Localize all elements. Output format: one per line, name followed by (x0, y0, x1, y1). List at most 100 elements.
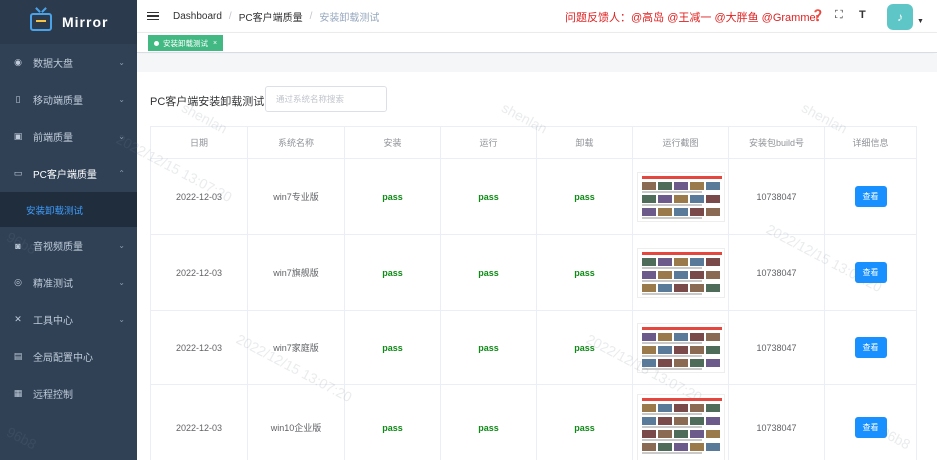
sidebar-item-pc-client[interactable]: ▭ PC客户端质量 ⌃ (0, 155, 137, 192)
sidebar-item-label: 工具中心 (33, 316, 73, 327)
breadcrumb: Dashboard / PC客户端质量 / 安装卸载测试 (173, 9, 379, 24)
chevron-down-icon: ⌄ (118, 132, 125, 141)
view-button[interactable]: 查看 (854, 262, 887, 283)
sidebar-item-label: 音视频质量 (33, 242, 83, 253)
cell-build: 10738047 (728, 384, 825, 460)
sidebar: Mirror ◉ 数据大盘 ⌄ ▯ 移动端质量 ⌄ ▣ 前端质量 ⌄ ▭ PC客… (0, 0, 137, 460)
breadcrumb-dashboard[interactable]: Dashboard (173, 11, 222, 22)
cell-uninstall: pass (536, 310, 633, 385)
table-row: 2022-12-03 win10企业版 pass pass pass 10738… (150, 384, 917, 460)
page-title: PC客户端安装卸载测试 (150, 96, 265, 108)
cell-date: 2022-12-03 (150, 384, 248, 460)
sidebar-item-label: PC客户端质量 (33, 170, 97, 181)
mobile-icon: ▯ (15, 94, 21, 104)
cell-uninstall: pass (536, 234, 633, 311)
tools-icon: ✕ (14, 314, 22, 324)
sidebar-item-precision[interactable]: ◎ 精准测试 ⌄ (0, 264, 137, 301)
cell-screenshot (632, 310, 729, 385)
cell-system: win7专业版 (247, 158, 345, 235)
screenshot-thumbnail[interactable] (636, 322, 725, 373)
screenshot-thumbnail[interactable] (636, 393, 725, 460)
screenshot-thumbnail[interactable] (636, 171, 725, 222)
cell-date: 2022-12-03 (150, 234, 248, 311)
sidebar-item-label: 全局配置中心 (33, 353, 93, 364)
cell-details: 查看 (824, 158, 917, 235)
cell-uninstall: pass (536, 158, 633, 235)
tag-label: 安装卸载测试 (163, 38, 208, 48)
tag-install-test[interactable]: 安装卸载测试 × (148, 35, 224, 51)
chevron-up-icon: ⌃ (118, 169, 125, 178)
sidebar-item-label: 移动端质量 (33, 96, 83, 107)
sidebar-item-label: 数据大盘 (33, 59, 73, 70)
cell-run: pass (440, 384, 537, 460)
dashboard-icon: ◉ (14, 57, 22, 67)
cell-screenshot (632, 158, 729, 235)
sidebar-item-mobile[interactable]: ▯ 移动端质量 ⌄ (0, 81, 137, 118)
column-header-install: 安装 (344, 126, 441, 159)
cell-install: pass (344, 310, 441, 385)
chevron-down-icon: ⌄ (118, 58, 125, 67)
table-row: 2022-12-03 win7专业版 pass pass pass 107380… (150, 158, 917, 235)
cell-system: win7旗舰版 (247, 234, 345, 311)
column-header-details: 详细信息 (824, 126, 917, 159)
remote-icon: ▦ (13, 388, 23, 398)
cell-install: pass (344, 158, 441, 235)
sidebar-item-av[interactable]: ◙ 音视频质量 ⌄ (0, 227, 137, 264)
breadcrumb-separator: / (228, 10, 232, 22)
screenshot-thumbnail[interactable] (636, 247, 725, 298)
cell-screenshot (632, 384, 729, 460)
breadcrumb-pc-client[interactable]: PC客户端质量 (239, 9, 303, 24)
table-row: 2022-12-03 win7家庭版 pass pass pass 107380… (150, 310, 917, 385)
feedback-text: 问题反馈人：@高岛 @王减一 @大胖鱼 @Grammer (565, 12, 820, 24)
cell-system: win10企业版 (247, 384, 345, 460)
cell-details: 查看 (824, 384, 917, 460)
search-input[interactable]: 通过系统名称搜索 (265, 86, 387, 112)
hamburger-icon[interactable] (147, 10, 159, 23)
view-button[interactable]: 查看 (854, 337, 887, 358)
cell-build: 10738047 (728, 158, 825, 235)
font-size-icon[interactable]: T (859, 9, 866, 21)
caret-down-icon[interactable]: ▼ (917, 18, 924, 25)
sidebar-item-frontend[interactable]: ▣ 前端质量 ⌄ (0, 118, 137, 155)
sidebar-item-remote[interactable]: ▦ 远程控制 (0, 375, 137, 412)
active-dot-icon (154, 40, 159, 46)
column-header-system: 系统名称 (247, 126, 345, 159)
sidebar-item-tools[interactable]: ✕ 工具中心 ⌄ (0, 301, 137, 338)
cell-details: 查看 (824, 234, 917, 311)
column-header-build: 安装包build号 (728, 126, 825, 159)
cell-uninstall: pass (536, 384, 633, 460)
chevron-down-icon: ⌄ (118, 95, 125, 104)
sidebar-item-label: 精准测试 (33, 279, 73, 290)
column-header-run: 运行 (440, 126, 537, 159)
sidebar-item-dashboard[interactable]: ◉ 数据大盘 ⌄ (0, 44, 137, 81)
table-header-row: 日期 系统名称 安装 运行 卸载 运行截图 安装包build号 详细信息 (150, 126, 917, 159)
table-row: 2022-12-03 win7旗舰版 pass pass pass 107380… (150, 234, 917, 311)
sidebar-item-label: 前端质量 (33, 133, 73, 144)
help-icon[interactable]: ❓ (811, 9, 825, 22)
content-card: PC客户端安装卸载测试 通过系统名称搜索 日期 系统名称 安装 运行 卸载 运行… (137, 72, 937, 460)
column-header-screenshot: 运行截图 (632, 126, 729, 159)
fullscreen-icon[interactable]: ⛶ (835, 9, 843, 22)
frontend-icon: ▣ (13, 131, 23, 141)
breadcrumb-current: 安装卸载测试 (319, 12, 380, 24)
cell-build: 10738047 (728, 234, 825, 311)
cell-install: pass (344, 234, 441, 311)
avatar[interactable]: ♪ (887, 4, 913, 30)
close-icon[interactable]: × (213, 40, 217, 47)
cell-install: pass (344, 384, 441, 460)
tags-view: 安装卸载测试 × (137, 33, 937, 53)
cell-build: 10738047 (728, 310, 825, 385)
view-button[interactable]: 查看 (854, 186, 887, 207)
config-icon: ▤ (13, 351, 23, 361)
cell-date: 2022-12-03 (150, 310, 248, 385)
chevron-down-icon: ⌄ (118, 278, 125, 287)
logo[interactable]: Mirror (0, 0, 137, 44)
tv-logo-icon (30, 13, 52, 31)
sidebar-subitem-label: 安装卸载测试 (26, 205, 84, 217)
sidebar-item-config[interactable]: ▤ 全局配置中心 (0, 338, 137, 375)
cell-run: pass (440, 234, 537, 311)
cell-details: 查看 (824, 310, 917, 385)
sidebar-subitem-install-test[interactable]: 安装卸载测试 (0, 192, 137, 227)
view-button[interactable]: 查看 (854, 417, 887, 438)
logo-text: Mirror (62, 14, 109, 30)
